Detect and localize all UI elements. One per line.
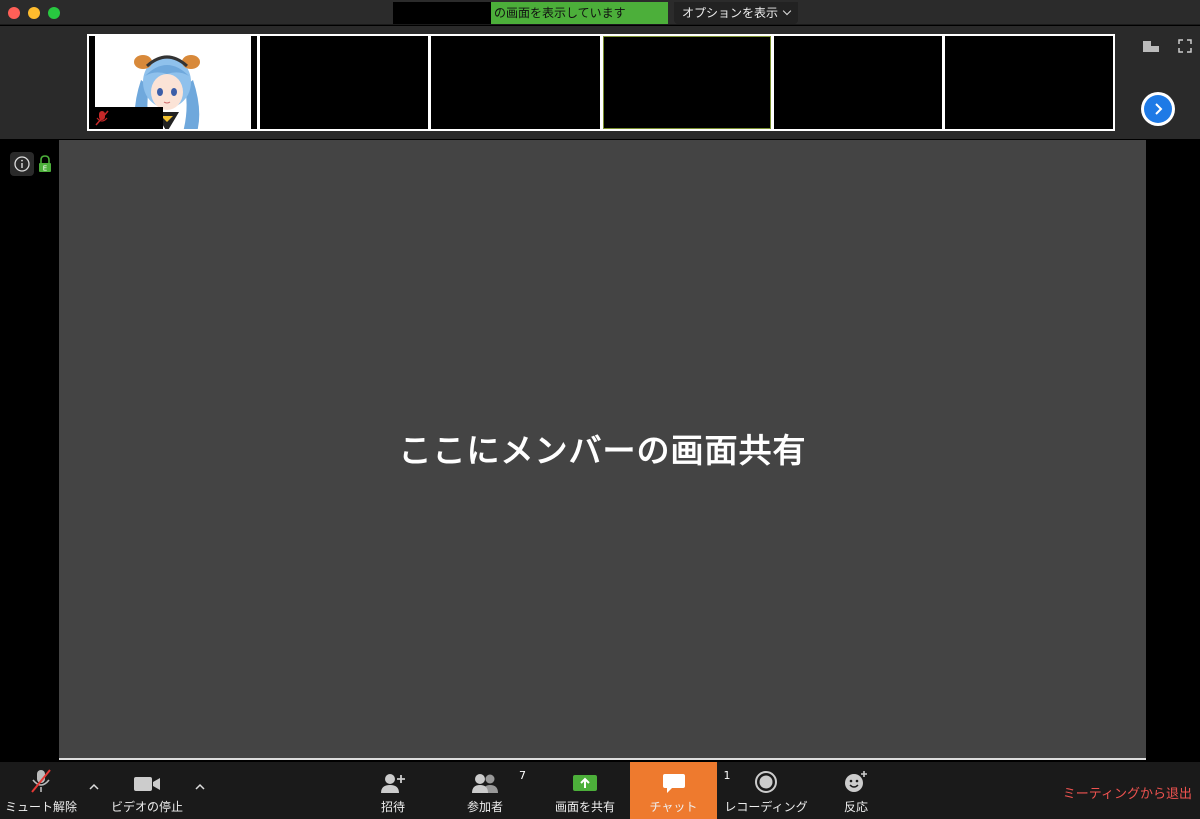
share-screen-icon [573,775,597,791]
leave-meeting-button[interactable]: ミーティングから退出 [1063,783,1192,802]
participant-thumbnail[interactable] [431,36,600,129]
audio-options-chevron-up-icon[interactable] [89,782,99,792]
muted-mic-icon [95,110,109,126]
video-camera-icon [134,777,160,791]
thumbnail-row [87,34,1115,131]
participant-thumbnail[interactable] [773,36,942,129]
maximize-window-button[interactable] [48,7,60,19]
chevron-right-icon [1155,103,1163,115]
redacted-presenter-name [393,2,491,24]
participant-thumbnail[interactable] [602,36,771,129]
next-page-button[interactable] [1141,92,1175,126]
participant-thumbnail[interactable] [944,36,1114,129]
meeting-toolbar: ミュート解除 ビデオの停止 招待 7 参加者 画面を共有 1 チャット レコーデ… [0,762,1200,819]
reactions-label: 反応 [843,800,868,814]
record-icon [755,771,777,793]
participant-thumbnail[interactable] [260,36,429,129]
chat-button[interactable]: 1 チャット [630,762,731,819]
fullscreen-icon[interactable] [1176,38,1194,54]
participants-label: 参加者 [466,800,503,814]
stop-video-label: ビデオの停止 [110,800,183,814]
meeting-info-button[interactable] [10,152,34,176]
chat-bubble-icon [662,774,685,793]
view-options-label: オプションを表示 [682,6,779,20]
encryption-lock-icon[interactable]: E [38,155,52,173]
share-screen-button[interactable]: 画面を共有 [548,762,622,819]
info-icon [14,156,30,172]
layout-icon[interactable] [1142,38,1160,54]
video-filmstrip [0,26,1200,139]
smiley-add-icon [845,771,867,792]
unmute-label: ミュート解除 [4,800,77,814]
invite-label: 招待 [380,800,405,814]
minimize-window-button[interactable] [28,7,40,19]
participants-count: 7 [519,769,526,782]
share-status-text: の画面を表示しています [491,2,668,24]
screen-share-banner: の画面を表示しています [393,2,668,24]
close-window-button[interactable] [8,7,20,19]
video-options-chevron-up-icon[interactable] [195,782,205,792]
chat-label: チャット [649,800,698,814]
add-person-icon [381,774,405,793]
meeting-info-group: E [10,152,52,176]
participant-thumbnail[interactable] [89,36,258,129]
recording-label: レコーディング [724,800,808,814]
shared-screen-placeholder-text: ここにメンバーの画面共有 [398,431,807,470]
reactions-button[interactable]: 反応 [830,762,882,819]
chevron-down-icon [782,6,792,16]
shared-screen-area: ここにメンバーの画面共有 [59,140,1146,760]
title-bar: の画面を表示しています オプションを表示 [0,0,1200,25]
invite-button[interactable]: 招待 [363,762,423,819]
participants-icon [472,774,498,793]
share-screen-label: 画面を共有 [554,800,615,814]
unmute-button[interactable]: ミュート解除 [0,762,82,819]
recording-button[interactable]: レコーディング [720,762,812,819]
stop-video-button[interactable]: ビデオの停止 [106,762,188,819]
participants-button[interactable]: 7 参加者 [455,762,526,819]
view-options-button[interactable]: オプションを表示 [674,2,799,24]
microphone-muted-icon [31,769,51,793]
svg-text:E: E [43,165,47,173]
